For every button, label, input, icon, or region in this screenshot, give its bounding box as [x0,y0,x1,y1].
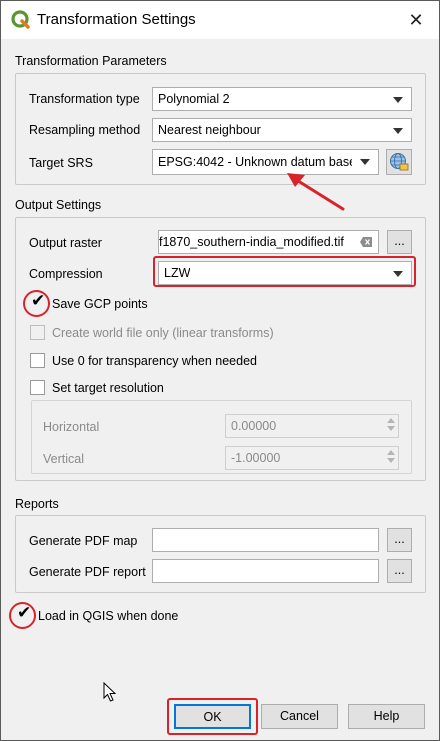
output-raster-value: f1870_southern-india_modified.tif [159,235,344,249]
load-in-qgis-label: Load in QGIS when done [38,609,179,623]
resampling-method-value: Nearest neighbour [158,123,261,137]
ok-button[interactable]: OK [174,704,251,729]
close-icon: ✕ [408,10,424,30]
reports-title: Reports [15,497,59,511]
dialog-window: Transformation Settings ✕ Transformation… [0,0,440,741]
compression-highlight [153,256,416,287]
transformation-type-value: Polynomial 2 [158,92,230,106]
clear-icon[interactable] [360,237,372,247]
transformation-type-label: Transformation type [29,92,140,106]
vertical-label: Vertical [43,452,84,466]
horizontal-spinbox[interactable]: 0.00000 [225,414,399,438]
output-raster-label: Output raster [29,236,102,250]
dropdown-arrow-icon [360,159,370,165]
target-srs-label: Target SRS [29,156,93,170]
world-file-label: Create world file only (linear transform… [52,326,274,340]
horizontal-value: 0.00000 [231,419,277,433]
dropdown-arrow-icon [393,128,403,134]
cancel-button[interactable]: Cancel [261,704,338,729]
transformation-type-select[interactable]: Polynomial 2 [152,87,412,111]
load-in-qgis-highlight [9,602,36,629]
pdf-map-field[interactable] [152,528,379,552]
mouse-cursor-icon [103,682,117,702]
dropdown-arrow-icon [393,97,403,103]
pdf-map-label: Generate PDF map [29,534,138,548]
title-bar: Transformation Settings ✕ [1,1,439,39]
qgis-logo-icon [11,10,30,29]
compression-label: Compression [29,267,103,281]
horizontal-label: Horizontal [43,420,100,434]
set-target-resolution-label: Set target resolution [52,381,164,395]
use-zero-transparency-label: Use 0 for transparency when needed [52,354,257,368]
use-zero-transparency-checkbox[interactable] [30,353,45,368]
close-button[interactable]: ✕ [393,1,439,39]
world-file-checkbox[interactable] [30,325,45,340]
horizontal-spin-buttons[interactable] [384,415,398,437]
window-title: Transformation Settings [37,11,196,28]
pdf-report-field[interactable] [152,559,379,583]
output-raster-field[interactable]: f1870_southern-india_modified.tif [158,230,379,254]
pdf-map-browse-button[interactable]: ... [387,528,412,552]
resampling-method-label: Resampling method [29,123,141,137]
help-button[interactable]: Help [348,704,425,729]
save-gcp-highlight [23,290,50,317]
vertical-spin-buttons[interactable] [384,447,398,469]
vertical-spinbox[interactable]: -1.00000 [225,446,399,470]
globe-srs-icon [390,153,409,171]
output-raster-browse-button[interactable]: ... [387,230,412,254]
select-crs-button[interactable] [386,149,412,175]
transformation-parameters-title: Transformation Parameters [15,54,167,68]
set-target-resolution-checkbox[interactable] [30,380,45,395]
arrow-annotation-icon [287,173,345,211]
resampling-method-select[interactable]: Nearest neighbour [152,118,412,142]
output-settings-title: Output Settings [15,198,102,212]
vertical-value: -1.00000 [231,451,281,465]
pdf-report-browse-button[interactable]: ... [387,559,412,583]
pdf-report-label: Generate PDF report [29,565,146,579]
save-gcp-label: Save GCP points [52,297,148,311]
